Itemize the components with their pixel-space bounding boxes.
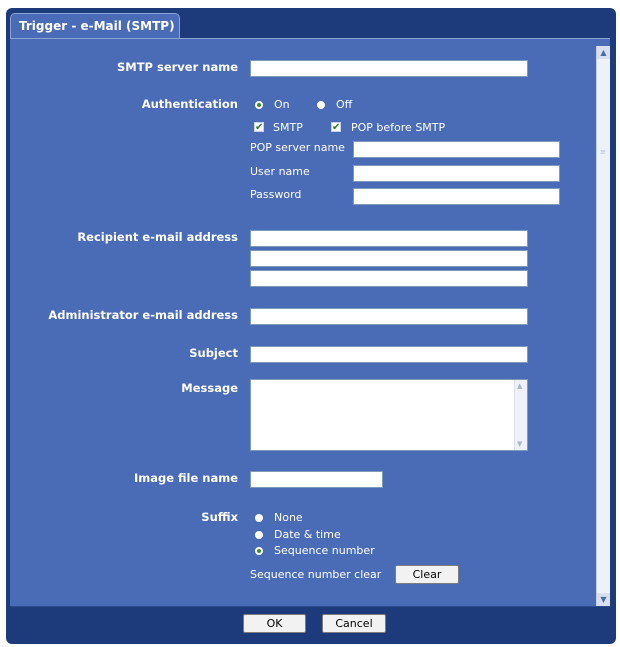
settings-panel: SMTP server name Authentication On Off ✔… — [10, 38, 610, 607]
pop-server-input[interactable] — [353, 141, 560, 158]
auth-on-radio[interactable] — [255, 101, 263, 109]
auth-off-radio[interactable] — [317, 101, 325, 109]
password-label: Password — [250, 188, 302, 201]
password-input[interactable] — [353, 188, 560, 205]
smtp-server-label: SMTP server name — [116, 60, 238, 74]
ok-button[interactable]: OK — [243, 614, 306, 633]
suffix-sequence-label: Sequence number — [274, 544, 375, 557]
suffix-datetime-radio[interactable] — [255, 531, 263, 539]
pop-before-smtp-label: POP before SMTP — [351, 121, 446, 134]
recipient-label: Recipient e-mail address — [77, 230, 238, 244]
administrator-label: Administrator e-mail address — [48, 308, 238, 322]
recipient-input-3[interactable] — [250, 270, 528, 287]
suffix-label: Suffix — [201, 510, 238, 524]
chevron-down-icon[interactable]: ▼ — [597, 593, 610, 606]
recipient-input-2[interactable] — [250, 250, 528, 267]
image-file-input[interactable] — [250, 471, 383, 488]
recipient-input-1[interactable] — [250, 230, 528, 247]
tab-trigger-email[interactable]: Trigger - e-Mail (SMTP) — [10, 13, 180, 38]
user-name-label: User name — [250, 165, 310, 178]
subject-label: Subject — [189, 346, 238, 360]
suffix-none-radio[interactable] — [255, 514, 263, 522]
subject-input[interactable] — [250, 346, 528, 363]
message-scrollbar[interactable]: ▲ ▼ — [514, 380, 527, 450]
chevron-down-icon[interactable]: ▼ — [517, 440, 522, 448]
auth-on-label: On — [274, 98, 290, 111]
smtp-check-label: SMTP — [273, 121, 303, 134]
sequence-clear-label: Sequence number clear — [250, 568, 382, 581]
message-textarea[interactable]: ▲ ▼ — [250, 379, 528, 451]
clear-button[interactable]: Clear — [395, 565, 459, 584]
image-file-label: Image file name — [133, 471, 238, 485]
administrator-input[interactable] — [250, 308, 528, 325]
chevron-up-icon[interactable]: ▲ — [517, 382, 522, 390]
message-label: Message — [181, 381, 238, 395]
suffix-sequence-radio[interactable] — [255, 547, 263, 555]
user-name-input[interactable] — [353, 165, 560, 182]
pop-server-label: POP server name — [250, 141, 345, 154]
authentication-label: Authentication — [141, 97, 238, 111]
pop-before-smtp-checkbox[interactable]: ✔ — [331, 122, 341, 133]
panel-scrollbar[interactable]: ▲ ≡ ▼ — [596, 46, 610, 606]
checkmark-icon: ✔ — [255, 122, 264, 133]
smtp-server-input[interactable] — [250, 60, 528, 77]
smtp-checkbox[interactable]: ✔ — [254, 122, 264, 133]
chevron-up-icon[interactable]: ▲ — [597, 46, 610, 59]
footer-divider — [10, 606, 610, 607]
checkmark-icon: ✔ — [332, 122, 341, 133]
auth-off-label: Off — [336, 98, 353, 111]
cancel-button[interactable]: Cancel — [322, 614, 386, 633]
suffix-datetime-label: Date & time — [274, 528, 341, 541]
suffix-none-label: None — [274, 511, 303, 524]
grip-icon[interactable]: ≡ — [600, 148, 607, 156]
